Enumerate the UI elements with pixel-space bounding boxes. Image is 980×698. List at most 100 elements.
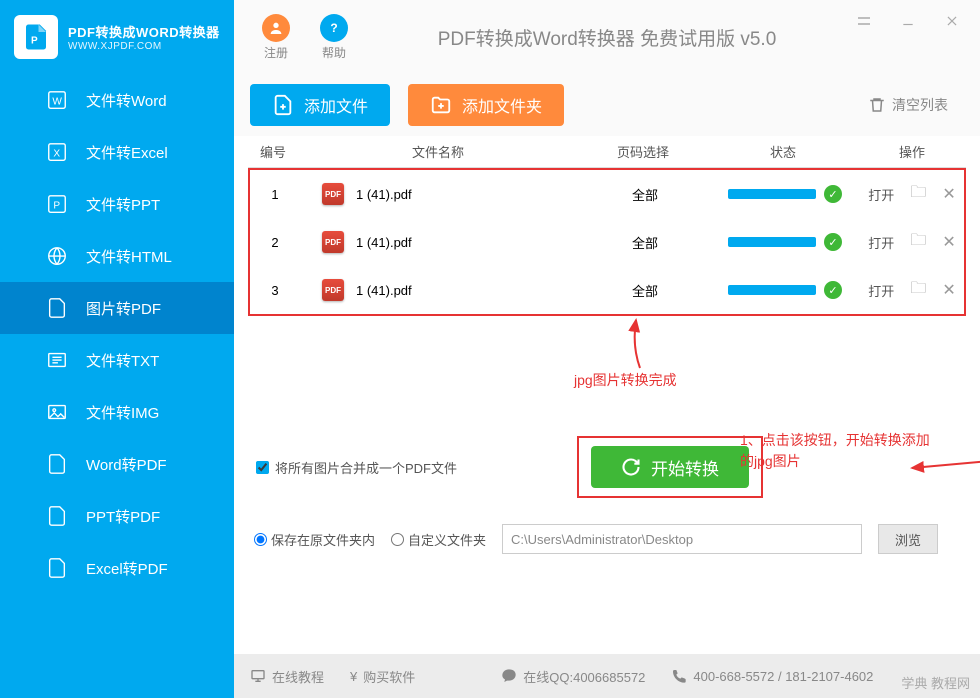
remove-icon[interactable]: ✕ <box>942 280 955 300</box>
main-area: 注册 ? 帮助 PDF转换成Word转换器 免费试用版 v5.0 添加文件 <box>234 0 980 698</box>
folder-icon[interactable]: 🗀 <box>910 277 926 304</box>
convert-highlight: 开始转换 <box>577 436 763 498</box>
open-button[interactable]: 打开 <box>868 281 894 300</box>
nav-label: 图片转PDF <box>86 298 161 319</box>
add-file-button[interactable]: 添加文件 <box>250 84 390 126</box>
help-button[interactable]: ? 帮助 <box>320 14 348 61</box>
save-custom-label: 自定义文件夹 <box>408 530 486 549</box>
nav-list: W 文件转Word X 文件转Excel P文件转PPT 文件转HTML 图片转PD… <box>0 74 234 698</box>
titlebar: 注册 ? 帮助 PDF转换成Word转换器 免费试用版 v5.0 <box>234 0 980 74</box>
qq-contact[interactable]: 在线QQ:4006685572 <box>501 667 645 686</box>
nav-item-img2pdf[interactable]: 图片转PDF <box>0 282 234 334</box>
help-icon: ? <box>320 14 348 42</box>
nav-item-word[interactable]: W 文件转Word <box>0 74 234 126</box>
nav-item-excel[interactable]: X 文件转Excel <box>0 126 234 178</box>
merge-checkbox-label: 将所有图片合并成一个PDF文件 <box>275 458 457 477</box>
header-op: 操作 <box>858 142 966 161</box>
remove-icon[interactable]: ✕ <box>942 184 955 204</box>
monitor-icon <box>250 668 266 684</box>
save-original-radio[interactable]: 保存在原文件夹内 <box>254 530 375 549</box>
file-name: 1 (41).pdf <box>356 283 412 298</box>
page-select[interactable]: 全部 <box>580 233 710 252</box>
nav-item-html[interactable]: 文件转HTML <box>0 230 234 282</box>
remove-icon[interactable]: ✕ <box>942 232 955 252</box>
nav-label: 文件转Excel <box>86 142 168 163</box>
register-button[interactable]: 注册 <box>262 14 290 61</box>
pdf-icon: PDF <box>322 183 344 205</box>
clear-list-label: 清空列表 <box>892 95 948 115</box>
nav-label: 文件转Word <box>86 90 167 111</box>
add-folder-label: 添加文件夹 <box>462 93 542 117</box>
check-icon: ✓ <box>824 281 842 299</box>
file-table: 编号 文件名称 页码选择 状态 操作 1 PDF1 (41).pdf 全部 ✓ … <box>234 136 980 316</box>
logo-title: PDF转换成WORD转换器 <box>68 22 220 41</box>
table-header: 编号 文件名称 页码选择 状态 操作 <box>248 136 966 168</box>
svg-text:P: P <box>31 35 38 46</box>
nav-item-txt[interactable]: 文件转TXT <box>0 334 234 386</box>
watermark: 学典 教程网 <box>901 673 970 692</box>
nav-label: Word转PDF <box>86 454 167 475</box>
minimize-button[interactable] <box>892 8 924 34</box>
save-original-label: 保存在原文件夹内 <box>271 530 375 549</box>
pdf-icon: PDF <box>322 279 344 301</box>
check-icon: ✓ <box>824 233 842 251</box>
table-row: 1 PDF1 (41).pdf 全部 ✓ 打开🗀✕ <box>250 170 964 218</box>
nav-label: 文件转IMG <box>86 402 159 423</box>
user-icon <box>262 14 290 42</box>
add-folder-button[interactable]: 添加文件夹 <box>408 84 564 126</box>
path-input[interactable] <box>502 524 862 554</box>
browse-button[interactable]: 浏览 <box>878 524 938 554</box>
folder-plus-icon <box>430 94 452 116</box>
row-num: 3 <box>250 283 300 298</box>
nav-label: 文件转HTML <box>86 246 172 267</box>
svg-text:W: W <box>52 97 62 108</box>
folder-icon[interactable]: 🗀 <box>910 229 926 256</box>
phone-contact[interactable]: 400-668-5572 / 181-2107-4602 <box>671 668 873 684</box>
page-select[interactable]: 全部 <box>580 281 710 300</box>
open-button[interactable]: 打开 <box>868 185 894 204</box>
save-custom-radio[interactable]: 自定义文件夹 <box>391 530 486 549</box>
row-num: 1 <box>250 187 300 202</box>
settings-button[interactable] <box>848 8 880 34</box>
check-icon: ✓ <box>824 185 842 203</box>
nav-item-word2pdf[interactable]: Word转PDF <box>0 438 234 490</box>
buy-link[interactable]: ¥购买软件 <box>350 667 415 686</box>
merge-checkbox-input[interactable] <box>256 461 269 474</box>
nav-item-excel2pdf[interactable]: Excel转PDF <box>0 542 234 594</box>
register-label: 注册 <box>264 44 288 61</box>
logo-subtitle: WWW.XJPDF.COM <box>68 41 220 52</box>
app-title: PDF转换成Word转换器 免费试用版 v5.0 <box>438 24 777 51</box>
nav-item-img[interactable]: 文件转IMG <box>0 386 234 438</box>
clear-list-button[interactable]: 清空列表 <box>868 95 948 115</box>
logo-icon: P <box>14 15 58 59</box>
sidebar: P PDF转换成WORD转换器 WWW.XJPDF.COM W 文件转Word X… <box>0 0 234 698</box>
progress-bar <box>728 189 816 199</box>
tutorial-link[interactable]: 在线教程 <box>250 667 324 686</box>
table-row: 2 PDF1 (41).pdf 全部 ✓ 打开🗀✕ <box>250 218 964 266</box>
help-label: 帮助 <box>322 44 346 61</box>
progress-bar <box>728 285 816 295</box>
table-row: 3 PDF 1 (41).pdf 全部 ✓ 打开 🗀 ✕ <box>250 266 964 314</box>
nav-item-ppt[interactable]: P文件转PPT <box>0 178 234 230</box>
progress-bar <box>728 237 816 247</box>
header-num: 编号 <box>248 142 298 161</box>
merge-checkbox[interactable]: 将所有图片合并成一个PDF文件 <box>256 458 457 477</box>
nav-label: 文件转PPT <box>86 194 160 215</box>
page-select[interactable]: 全部 <box>580 185 710 204</box>
folder-icon[interactable]: 🗀 <box>910 181 926 208</box>
annotation-arrow-icon <box>622 316 652 372</box>
table-body: 1 PDF1 (41).pdf 全部 ✓ 打开🗀✕ 2 PDF1 (41).pd… <box>248 168 966 316</box>
nav-label: 文件转TXT <box>86 350 159 371</box>
header-name: 文件名称 <box>298 142 578 161</box>
start-convert-button[interactable]: 开始转换 <box>591 446 749 488</box>
nav-label: PPT转PDF <box>86 506 160 527</box>
start-convert-label: 开始转换 <box>651 455 719 480</box>
svg-text:X: X <box>53 149 60 160</box>
open-button[interactable]: 打开 <box>868 233 894 252</box>
row-num: 2 <box>250 235 300 250</box>
close-button[interactable] <box>936 8 968 34</box>
nav-label: Excel转PDF <box>86 558 168 579</box>
chat-icon <box>501 668 517 684</box>
add-file-label: 添加文件 <box>304 93 368 117</box>
nav-item-ppt2pdf[interactable]: PPT转PDF <box>0 490 234 542</box>
